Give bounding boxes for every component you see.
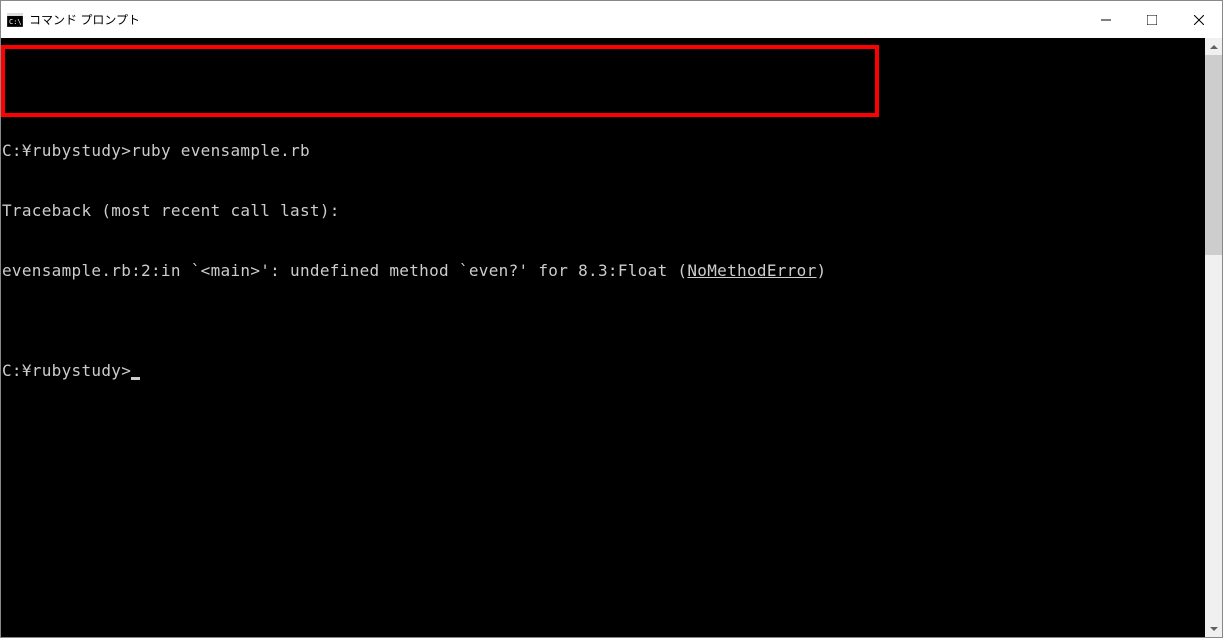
error-suffix: ) bbox=[817, 261, 827, 280]
scrollbar-down-arrow[interactable] bbox=[1205, 620, 1222, 637]
vertical-scrollbar[interactable] bbox=[1205, 38, 1222, 637]
svg-text:C:\: C:\ bbox=[9, 18, 22, 26]
terminal-line: evensample.rb:2:in `<main>': undefined m… bbox=[2, 261, 1205, 281]
error-name: NoMethodError bbox=[687, 261, 816, 280]
terminal-line: C:¥rubystudy>ruby evensample.rb bbox=[2, 141, 1205, 161]
cmd-icon: C:\ bbox=[7, 13, 23, 27]
window-title: コマンド プロンプト bbox=[29, 11, 1083, 28]
maximize-button[interactable] bbox=[1129, 1, 1175, 38]
terminal-content[interactable]: C:¥rubystudy>ruby evensample.rb Tracebac… bbox=[1, 38, 1205, 637]
error-prefix: evensample.rb:2:in `<main>': undefined m… bbox=[2, 261, 687, 280]
command-text: ruby evensample.rb bbox=[131, 141, 310, 160]
prompt-text: C:¥rubystudy> bbox=[2, 141, 131, 160]
prompt-text: C:¥rubystudy> bbox=[2, 361, 131, 380]
scrollbar-track[interactable] bbox=[1205, 55, 1222, 620]
command-prompt-window: C:\ コマンド プロンプト bbox=[0, 0, 1223, 638]
close-button[interactable] bbox=[1175, 1, 1222, 38]
window-controls bbox=[1083, 1, 1222, 38]
minimize-button[interactable] bbox=[1083, 1, 1129, 38]
terminal-output: C:¥rubystudy>ruby evensample.rb Tracebac… bbox=[1, 41, 1205, 421]
titlebar[interactable]: C:\ コマンド プロンプト bbox=[1, 1, 1222, 38]
scrollbar-thumb[interactable] bbox=[1205, 55, 1222, 255]
terminal-area: C:¥rubystudy>ruby evensample.rb Tracebac… bbox=[1, 38, 1222, 637]
terminal-line: C:¥rubystudy> bbox=[2, 361, 1205, 381]
scrollbar-up-arrow[interactable] bbox=[1205, 38, 1222, 55]
terminal-line: Traceback (most recent call last): bbox=[2, 201, 1205, 221]
cursor bbox=[131, 377, 140, 380]
